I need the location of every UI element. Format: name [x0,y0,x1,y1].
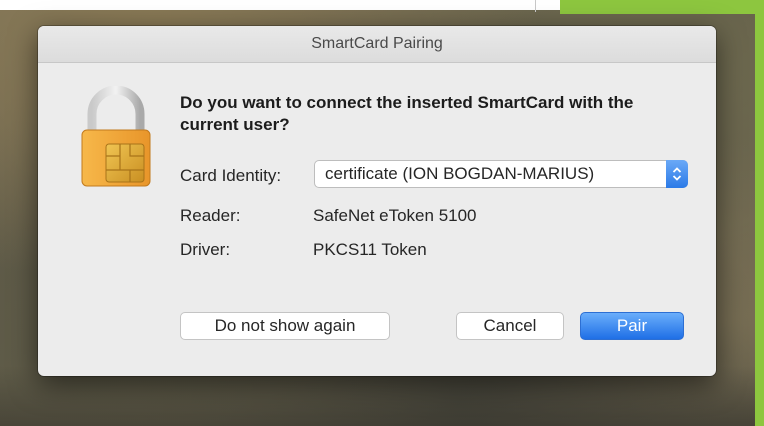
pair-button[interactable]: Pair [580,312,684,340]
reader-value: SafeNet eToken 5100 [313,206,477,225]
smartcard-lock-icon [81,86,151,187]
green-frame-right [755,0,764,426]
dialog-title: SmartCard Pairing [38,26,716,63]
do-not-show-again-button[interactable]: Do not show again [180,312,390,340]
card-identity-label: Card Identity: [180,166,282,185]
green-frame-top [560,0,764,14]
card-identity-select[interactable]: certificate (ION BOGDAN-MARIUS) [314,160,688,188]
top-divider [535,0,536,12]
up-down-chevron-icon[interactable] [666,160,688,188]
cancel-button[interactable]: Cancel [456,312,564,340]
reader-label: Reader: [180,206,241,225]
pairing-question: Do you want to connect the inserted Smar… [180,93,634,134]
smartcard-pairing-dialog: SmartCard Pairing Do you want to connect… [38,26,716,376]
driver-value: PKCS11 Token [313,240,427,259]
card-identity-value: certificate (ION BOGDAN-MARIUS) [325,164,595,183]
driver-label: Driver: [180,240,231,259]
